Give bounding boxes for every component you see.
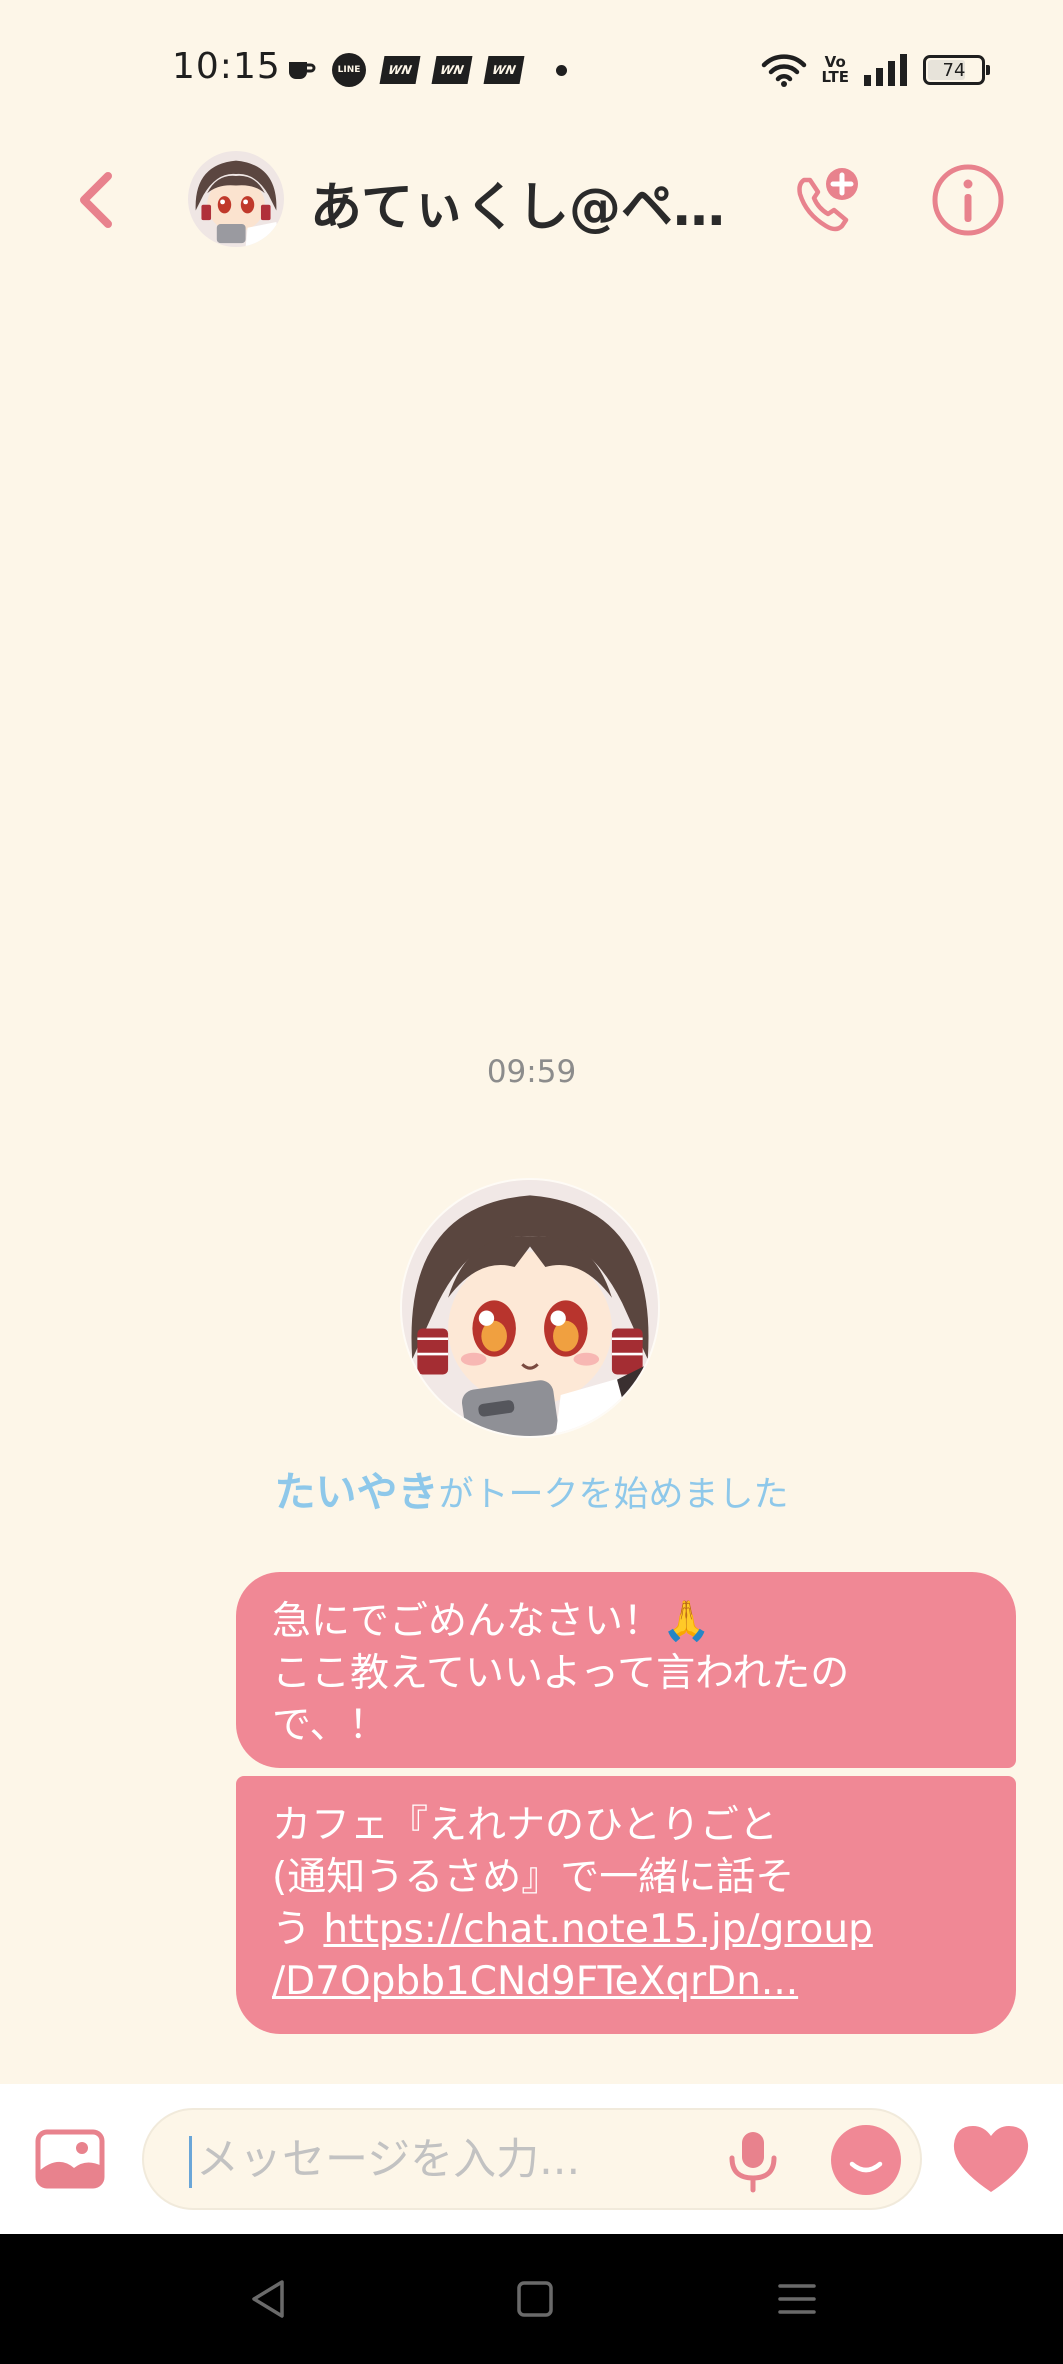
like-button[interactable] [950,2122,1032,2196]
message-text: 急にでごめんなさい！🙏 ここ教えていいよって言われたの で、！ [272,1599,850,1748]
status-time: 10:15 [172,46,281,87]
system-icons: Vo LTE 74 [761,50,990,90]
nav-back-button[interactable] [244,2274,294,2324]
system-user-name[interactable]: たいやき [274,1468,438,1516]
menu-lines-icon [778,2284,816,2314]
line-icon: LINE [332,53,366,87]
message-input-container[interactable] [142,2108,922,2210]
home-square-icon [517,2281,553,2317]
message-link-continued[interactable]: /D7Opbb1CNd9FTeXqrDn... [272,1959,798,2004]
add-call-button[interactable] [790,162,866,238]
volte-bottom: LTE [821,68,849,86]
chevron-left-icon [80,172,112,228]
add-call-icon [797,168,858,232]
info-icon [932,164,1004,236]
starter-avatar[interactable] [402,1180,658,1436]
header-avatar[interactable] [188,151,284,247]
voice-button[interactable] [720,2128,786,2194]
chat-title[interactable]: あてぃくし@ペア... [310,165,750,240]
message-bubble[interactable]: 急にでごめんなさい！🙏 ここ教えていいよって言われたの で、！ [236,1572,1016,1768]
system-navigation-bar [0,2234,1063,2364]
signal-icon [864,54,907,86]
wifi-icon [762,54,807,87]
message-input[interactable] [196,2124,716,2196]
microphone-icon [729,2132,777,2193]
status-bar: 10:15 LINE WN WN WN Vo LTE 74 [0,0,1063,140]
nav-home-button[interactable] [510,2274,560,2324]
message-input-bar [0,2084,1063,2234]
wn-icon: WN [379,56,421,84]
back-button[interactable] [66,164,126,236]
system-message: たいやきがトークを始めました [0,1458,1063,1518]
emoji-button[interactable] [830,2124,902,2196]
volte-icon: Vo LTE [821,55,849,85]
message-link[interactable]: https://chat.note15.jp/group [323,1907,872,1952]
message-timestamp: 09:59 [486,1054,577,1090]
coffee-icon [289,62,316,79]
notification-icons: LINE WN WN WN [286,52,567,88]
nav-recent-button[interactable] [772,2274,822,2324]
battery-level: 74 [942,59,966,81]
heart-icon [953,2126,1029,2192]
dot-icon [556,64,567,76]
wn-icon: WN [431,56,473,84]
emoji-icon [831,2125,901,2195]
wn-icon: WN [483,56,525,84]
avatar-image [402,1180,658,1436]
gallery-button[interactable] [34,2128,106,2190]
back-triangle-icon [252,2280,284,2318]
message-text: カフェ『えれナのひとりごと (通知うるさめ』で一緒に話そ う https://c… [272,1800,980,2008]
image-icon [35,2129,105,2189]
info-button[interactable] [928,160,1008,240]
avatar-image [188,151,284,247]
system-message-text: がトークを始めました [438,1475,789,1515]
chat-header: あてぃくし@ペア... [0,140,1063,260]
battery-icon: 74 [923,55,990,85]
text-caret [189,2136,192,2188]
message-bubble[interactable]: カフェ『えれナのひとりごと (通知うるさめ』で一緒に話そ う https://c… [236,1776,1016,2034]
